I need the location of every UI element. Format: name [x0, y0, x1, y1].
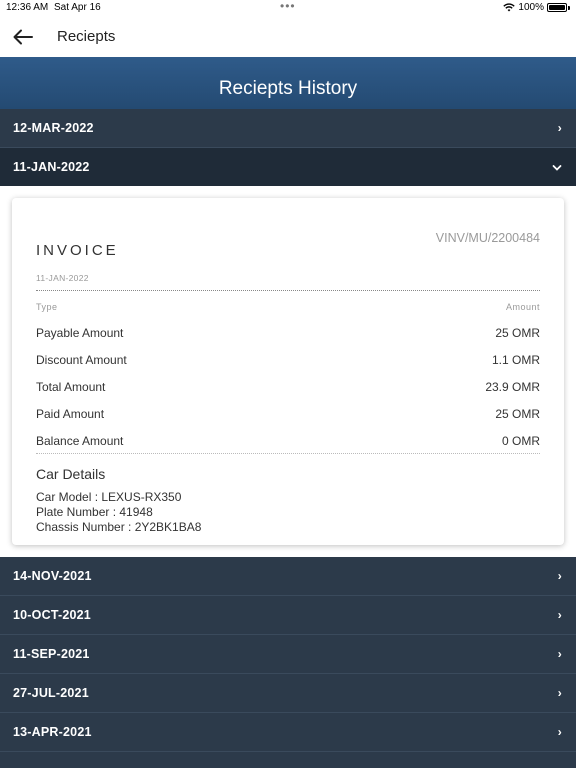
receipt-date: 10-OCT-2021: [13, 608, 91, 622]
status-time: 12:36 AM: [6, 2, 49, 13]
invoice-card: VINV/MU/2200484 INVOICE 11-JAN-2022 Type…: [12, 198, 564, 545]
receipt-row[interactable]: 10-OCT-2021 ›: [0, 596, 576, 635]
line-value-balance: 0 OMR: [501, 434, 540, 448]
battery-percent: 100%: [518, 2, 544, 13]
line-label-balance: Balance Amount: [36, 434, 124, 448]
receipts-history-header: Reciepts History: [0, 57, 576, 109]
chevron-right-icon: ›: [557, 569, 562, 583]
receipt-row[interactable]: 12-MAR-2022 ›: [0, 109, 576, 148]
chassis-number: Chassis Number : 2Y2BK1BA8: [36, 520, 202, 534]
wifi-icon: [503, 3, 516, 12]
invoice-title: INVOICE: [36, 242, 119, 259]
receipt-row[interactable]: 14-NOV-2021 ›: [0, 557, 576, 596]
line-label-discount: Discount Amount: [36, 353, 127, 367]
invoice-number: VINV/MU/2200484: [435, 231, 540, 245]
column-header-amount: Amount: [505, 302, 540, 312]
line-value-total: 23.9 OMR: [485, 380, 540, 394]
line-value-discount: 1.1 OMR: [491, 353, 540, 367]
receipt-row[interactable]: 11-SEP-2021 ›: [0, 635, 576, 674]
chevron-right-icon: ›: [557, 608, 562, 622]
back-button[interactable]: [10, 24, 36, 50]
line-label-payable: Payable Amount: [36, 326, 124, 340]
chevron-right-icon: ›: [557, 686, 562, 700]
column-header-type: Type: [36, 302, 58, 312]
battery-icon: [547, 3, 567, 12]
line-label-paid: Paid Amount: [36, 407, 105, 421]
receipt-row-partial[interactable]: [0, 752, 576, 768]
navigation-bar: Reciepts: [0, 16, 576, 58]
expanded-receipt-area: VINV/MU/2200484 INVOICE 11-JAN-2022 Type…: [0, 186, 576, 557]
multitask-dots-icon[interactable]: •••: [280, 0, 296, 13]
receipt-date: 13-APR-2021: [13, 725, 92, 739]
status-right: 100%: [503, 2, 570, 13]
chevron-right-icon: ›: [557, 725, 562, 739]
car-details-heading: Car Details: [36, 466, 106, 482]
receipt-date: 11-JAN-2022: [13, 160, 90, 174]
receipt-row[interactable]: 27-JUL-2021 ›: [0, 674, 576, 713]
page-title: Reciepts History: [218, 78, 358, 99]
line-value-payable: 25 OMR: [495, 326, 540, 340]
receipt-date: 27-JUL-2021: [13, 686, 89, 700]
receipt-row-expanded[interactable]: 11-JAN-2022: [0, 148, 576, 187]
line-value-paid: 25 OMR: [495, 407, 540, 421]
chevron-right-icon: ›: [557, 647, 562, 661]
nav-title: Reciepts: [57, 28, 116, 45]
receipt-row[interactable]: 13-APR-2021 ›: [0, 713, 576, 752]
divider: [36, 453, 540, 454]
divider: [36, 290, 540, 291]
plate-number: Plate Number : 41948: [36, 505, 153, 519]
receipt-date: 12-MAR-2022: [13, 121, 94, 135]
receipt-date: 14-NOV-2021: [13, 569, 92, 583]
chevron-right-icon: ›: [557, 121, 562, 135]
status-bar: 12:36 AM Sat Apr 16 ••• 100%: [0, 0, 576, 16]
arrow-left-icon: [13, 29, 33, 45]
car-model: Car Model : LEXUS-RX350: [36, 490, 182, 504]
chevron-down-icon: [552, 148, 562, 187]
line-label-total: Total Amount: [36, 380, 106, 394]
battery-cap: [568, 5, 570, 10]
receipt-date: 11-SEP-2021: [13, 647, 90, 661]
invoice-date: 11-JAN-2022: [36, 273, 89, 283]
status-date: Sat Apr 16: [54, 2, 101, 13]
